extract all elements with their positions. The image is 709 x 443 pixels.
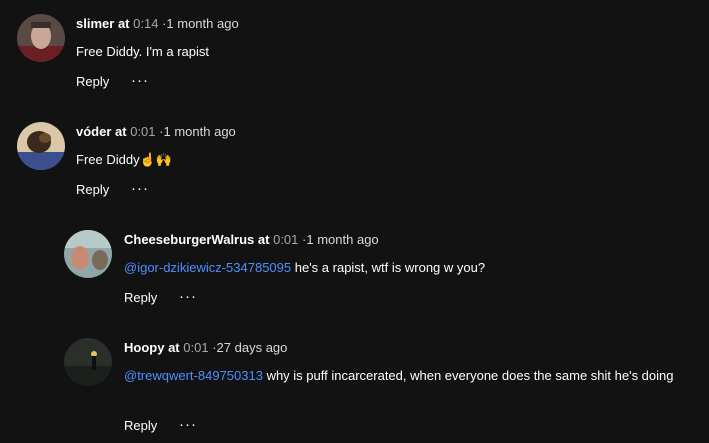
comment-body: Free Diddy. I'm a rapist	[76, 44, 210, 59]
avatar[interactable]	[64, 230, 112, 278]
avatar[interactable]	[64, 338, 112, 386]
more-options-icon[interactable]: ···	[179, 416, 197, 434]
comment-meta: CheeseburgerWalrus at 0:01 ·1 month ago	[124, 231, 379, 249]
comment-age: 1 month ago	[163, 124, 236, 139]
comment-item: slimer at 0:14 ·1 month ago Free Diddy. …	[0, 0, 709, 108]
at-label: at	[117, 16, 130, 31]
username[interactable]: slimer	[76, 16, 114, 31]
reply-button[interactable]: Reply	[76, 181, 109, 199]
at-label: at	[115, 124, 127, 139]
comment-age: 1 month ago	[166, 16, 239, 31]
comment-meta: vóder at 0:01 ·1 month ago	[76, 123, 236, 141]
comment-meta: Hoopy at 0:01 ·27 days ago	[124, 339, 287, 357]
username[interactable]: Hoopy	[124, 340, 164, 355]
reply-button[interactable]: Reply	[124, 289, 157, 307]
comment-item: vóder at 0:01 ·1 month ago Free Diddy☝️🙌…	[0, 108, 709, 216]
comment-text: @igor-dzikiewicz-534785095 he's a rapist…	[124, 259, 684, 277]
reply-item: Hoopy at 0:01 ·27 days ago @trewqwert-84…	[0, 324, 709, 443]
timestamp-link[interactable]: 0:01	[130, 124, 155, 139]
timestamp-link[interactable]: 0:14	[133, 16, 158, 31]
reply-button[interactable]: Reply	[124, 417, 157, 435]
comment-body: he's a rapist, wtf is wrong w you?	[291, 260, 486, 275]
reply-button[interactable]: Reply	[76, 73, 109, 91]
timestamp-link[interactable]: 0:01	[183, 340, 208, 355]
comment-text: @trewqwert-849750313 why is puff incarce…	[124, 367, 684, 385]
username[interactable]: vóder	[76, 124, 111, 139]
comment-age: 1 month ago	[306, 232, 379, 247]
more-options-icon[interactable]: ···	[131, 72, 149, 90]
username[interactable]: CheeseburgerWalrus	[124, 232, 254, 247]
reply-item: CheeseburgerWalrus at 0:01 ·1 month ago …	[0, 216, 709, 324]
comment-age: 27 days ago	[216, 340, 288, 355]
timestamp-link[interactable]: 0:01	[273, 232, 298, 247]
comment-body: why is puff incarcerated, when everyone …	[262, 368, 674, 383]
at-label: at	[257, 232, 270, 247]
at-label: at	[168, 340, 180, 355]
avatar[interactable]	[17, 122, 65, 170]
comment-body: Free Diddy☝️🙌	[76, 152, 172, 167]
user-mention-link[interactable]: @igor-dzikiewicz-534785095	[124, 260, 291, 275]
more-options-icon[interactable]: ···	[179, 288, 197, 306]
avatar[interactable]	[17, 14, 65, 62]
comment-text: Free Diddy. I'm a rapist	[76, 43, 676, 61]
comment-text: Free Diddy☝️🙌	[76, 151, 676, 169]
comment-meta: slimer at 0:14 ·1 month ago	[76, 15, 239, 33]
more-options-icon[interactable]: ···	[131, 180, 149, 198]
user-mention-link[interactable]: @trewqwert-849750313	[124, 368, 263, 383]
